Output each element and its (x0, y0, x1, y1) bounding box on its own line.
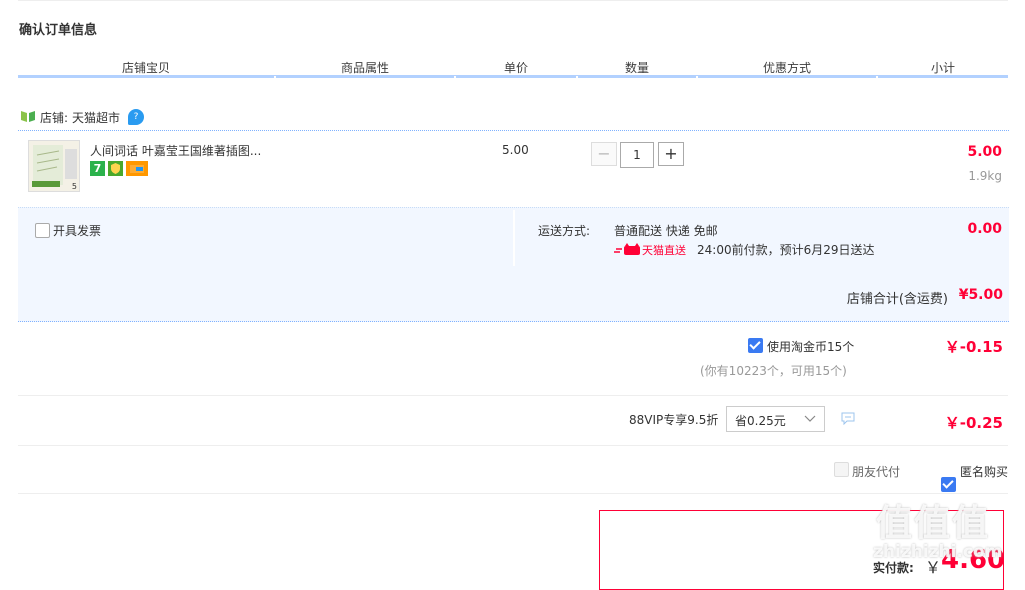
invoice-label[interactable]: 开具发票 (53, 222, 101, 239)
coins-discount: ￥-0.15 (944, 338, 1003, 356)
friend-pay-label[interactable]: 朋友代付 (852, 463, 900, 480)
shipping-eta: 24:00前付款，预计6月29日送达 (697, 243, 875, 257)
coins-label[interactable]: 使用淘金币15个 (767, 338, 854, 355)
item-name[interactable]: 人间词话 叶嘉莹王国维著插图... (90, 142, 261, 159)
header-separator (876, 76, 878, 78)
shipping-label: 运送方式: (538, 224, 591, 238)
column-header-quantity: 数量 (624, 61, 649, 75)
header-separator (274, 76, 276, 78)
thumb-number: 5 (71, 182, 77, 191)
vip-info-icon[interactable] (841, 412, 855, 428)
tmall-direct-badge: 天猫直送 (614, 242, 686, 258)
shipping-method: 普通配送 快递 免邮 (614, 224, 718, 238)
row-divider (18, 493, 1008, 494)
row-divider (18, 395, 1008, 396)
quantity-plus-button[interactable]: + (658, 142, 684, 166)
friend-pay-checkbox[interactable] (834, 462, 849, 477)
watermark-domain: zhizhizhi.com (873, 542, 1003, 562)
column-header-attributes: 商品属性 (340, 61, 389, 75)
product-thumbnail[interactable]: 5 (28, 140, 80, 192)
quantity-input[interactable]: 1 (620, 142, 654, 168)
shop-row: 店铺: 天猫超市 ? (20, 108, 145, 126)
vip-discount: ￥-0.25 (944, 414, 1003, 432)
header-separator (454, 76, 456, 78)
shipping-fee: 0.00 (967, 221, 1002, 237)
anonymous-checkbox[interactable] (941, 477, 956, 492)
header-separator (576, 76, 578, 78)
coins-checkbox[interactable] (748, 338, 763, 353)
vip-select-value: 省0.25元 (735, 414, 786, 428)
page-title: 确认订单信息 (19, 23, 98, 38)
item-tags: 7 (90, 161, 148, 176)
wangwang-chat-icon[interactable]: ? (128, 109, 145, 125)
column-header-item: 店铺宝贝 (121, 61, 170, 75)
chevron-down-icon (804, 413, 816, 428)
invoice-checkbox[interactable] (35, 223, 50, 238)
header-separator (696, 76, 698, 78)
vip-label: 88VIP专享9.5折 (629, 413, 719, 427)
top-divider (18, 0, 1008, 1)
column-header-discount: 优惠方式 (762, 61, 811, 75)
tmall-cat-icon (614, 242, 640, 258)
vip-discount-select[interactable]: 省0.25元 (726, 406, 825, 432)
watermark-logo: 值值值 (876, 503, 991, 544)
column-header-bar (18, 75, 1008, 78)
anonymous-label[interactable]: 匿名购买 (960, 463, 1008, 480)
shop-label: 店铺: (40, 110, 69, 125)
tmall-direct-label: 天猫直送 (642, 244, 686, 257)
quantity-minus-button[interactable]: − (591, 142, 617, 166)
item-subtotal: 5.00 (967, 144, 1002, 160)
coins-note: (你有10223个，可用15个) (700, 364, 847, 378)
shop-total-value: ¥5.00 (958, 287, 1003, 303)
shipping-divider (513, 210, 515, 266)
row-divider (18, 445, 1008, 446)
seven-day-return-icon: 7 (90, 161, 105, 176)
guarantee-icon (108, 161, 123, 176)
shop-name[interactable]: 天猫超市 (72, 109, 120, 126)
item-weight: 1.9kg (968, 169, 1002, 183)
column-header-subtotal: 小计 (930, 61, 955, 75)
shop-icon (20, 109, 36, 126)
shop-total-label: 店铺合计(含运费) (846, 292, 948, 307)
unit-price: 5.00 (502, 143, 529, 157)
credit-card-icon (126, 161, 148, 176)
column-header-price: 单价 (503, 61, 528, 75)
